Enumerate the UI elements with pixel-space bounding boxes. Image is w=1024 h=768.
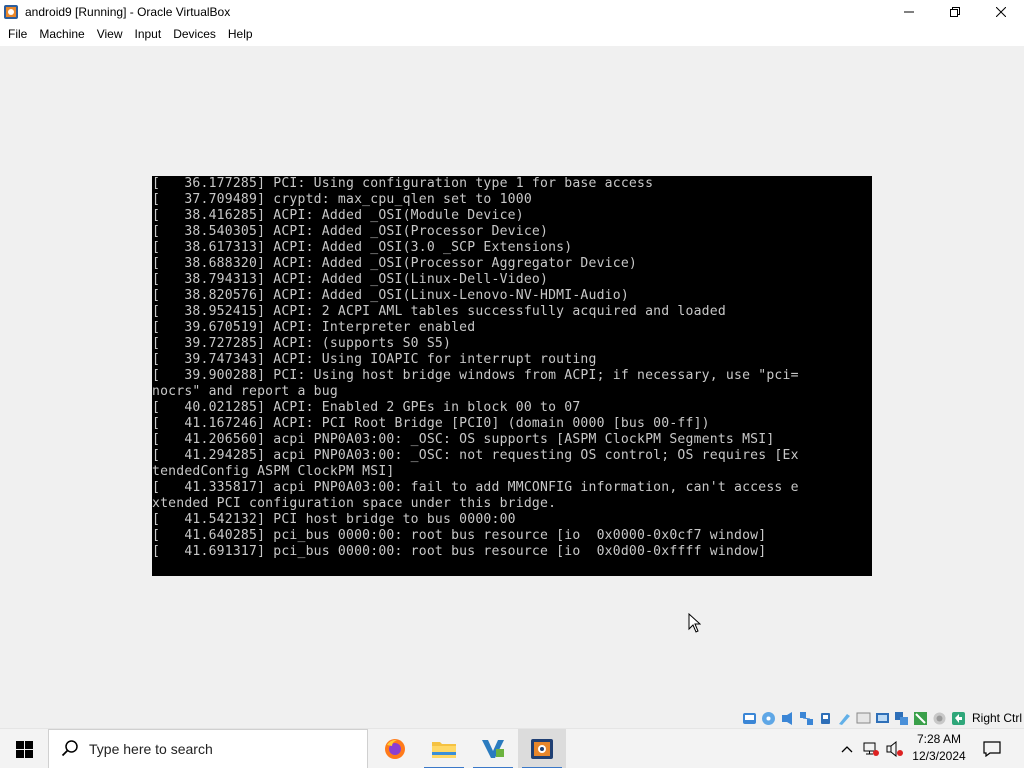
console-line: [ 39.727285] ACPI: (supports S0 S5) — [152, 336, 452, 351]
taskbar-app-file-explorer[interactable] — [420, 729, 468, 768]
console-line: [ 38.952415] ACPI: 2 ACPI AML tables suc… — [152, 304, 726, 319]
console-line: [ 39.670519] ACPI: Interpreter enabled — [152, 320, 476, 335]
menu-devices[interactable]: Devices — [167, 23, 222, 46]
guest-console[interactable]: [ 36.177285] PCI: Using configuration ty… — [152, 176, 872, 576]
window-title: android9 [Running] - Oracle VirtualBox — [25, 4, 231, 19]
menu-machine[interactable]: Machine — [33, 23, 90, 46]
display-icon[interactable] — [856, 711, 871, 726]
console-line: [ 41.294285] acpi PNP0A03:00: _OSC: not … — [152, 448, 799, 463]
console-line: [ 37.709489] cryptd: max_cpu_qlen set to… — [152, 192, 532, 207]
file-explorer-icon — [432, 742, 456, 758]
arrow-icon[interactable] — [951, 711, 966, 726]
minimize-button[interactable] — [886, 0, 932, 23]
taskbar-search-box[interactable] — [48, 729, 368, 768]
mouse-integration-icon[interactable] — [913, 711, 928, 726]
video-capture-icon[interactable] — [875, 711, 890, 726]
virtualbox-icon — [531, 739, 553, 759]
console-line: [ 41.206560] acpi PNP0A03:00: _OSC: OS s… — [152, 432, 775, 447]
recording-icon[interactable] — [894, 711, 909, 726]
usb-icon[interactable] — [818, 711, 833, 726]
windows-logo-icon — [15, 740, 33, 758]
console-line: [ 39.747343] ACPI: Using IOAPIC for inte… — [152, 352, 597, 367]
menu-bar: File Machine View Input Devices Help — [0, 23, 1024, 46]
clock-date: 12/3/2024 — [912, 749, 966, 763]
virtualbox-app-icon[interactable] — [3, 4, 19, 20]
console-line: [ 41.542132] PCI host bridge to bus 0000… — [152, 512, 516, 527]
volume-icon[interactable] — [884, 729, 906, 768]
console-line: [ 41.167246] ACPI: PCI Root Bridge [PCI0… — [152, 416, 710, 431]
taskbar-app-virtualbox[interactable] — [518, 729, 566, 768]
console-line: [ 40.021285] ACPI: Enabled 2 GPEs in blo… — [152, 400, 581, 415]
start-button[interactable] — [0, 729, 48, 768]
chevron-up-icon — [841, 746, 853, 753]
console-line: [ 41.691317] pci_bus 0000:00: root bus r… — [152, 544, 767, 559]
taskbar: 7:28 AM 12/3/2024 — [0, 728, 1024, 768]
console-line: xtended PCI configuration space under th… — [152, 496, 557, 511]
firefox-icon — [385, 739, 405, 759]
console-line: [ 39.900288] PCI: Using host bridge wind… — [152, 368, 799, 383]
vm-status-bar: Right Ctrl — [742, 708, 1024, 728]
taskbar-app-visual-studio[interactable] — [469, 729, 517, 768]
close-button[interactable] — [978, 0, 1024, 23]
optical-drive-icon[interactable] — [761, 711, 776, 726]
search-input[interactable] — [89, 741, 349, 757]
title-bar: android9 [Running] - Oracle VirtualBox — [0, 0, 1024, 23]
network-icon[interactable] — [799, 711, 814, 726]
console-line: [ 38.416285] ACPI: Added _OSI(Module Dev… — [152, 208, 524, 223]
console-line: [ 38.688320] ACPI: Added _OSI(Processor … — [152, 256, 637, 271]
search-icon — [61, 739, 79, 760]
notification-center-button[interactable] — [972, 729, 1012, 768]
minimize-icon — [904, 11, 914, 12]
cpu-icon[interactable] — [932, 711, 947, 726]
maximize-button[interactable] — [932, 0, 978, 23]
menu-view[interactable]: View — [91, 23, 129, 46]
console-line: [ 38.794313] ACPI: Added _OSI(Linux-Dell… — [152, 272, 549, 287]
close-icon — [996, 6, 1006, 17]
clock-time: 7:28 AM — [916, 732, 962, 746]
system-clock[interactable]: 7:28 AM 12/3/2024 — [906, 731, 972, 765]
shared-folders-icon[interactable] — [837, 711, 852, 726]
console-line: [ 41.640285] pci_bus 0000:00: root bus r… — [152, 528, 767, 543]
audio-icon[interactable] — [780, 711, 795, 726]
show-hidden-icons-button[interactable] — [836, 729, 858, 768]
menu-help[interactable]: Help — [222, 23, 259, 46]
console-line: nocrs" and report a bug — [152, 384, 338, 399]
notification-icon — [983, 741, 1001, 757]
taskbar-app-firefox[interactable] — [371, 729, 419, 768]
hard-disk-icon[interactable] — [742, 711, 757, 726]
network-status-icon[interactable] — [860, 729, 882, 768]
console-line: [ 38.617313] ACPI: Added _OSI(3.0 _SCP E… — [152, 240, 573, 255]
menu-input[interactable]: Input — [129, 23, 168, 46]
mouse-pointer-icon — [688, 612, 702, 636]
console-line: tendedConfig ASPM ClockPM MSI] — [152, 464, 395, 479]
menu-file[interactable]: File — [2, 23, 33, 46]
host-key-label: Right Ctrl — [971, 711, 1022, 725]
restore-icon — [950, 6, 960, 17]
console-line: [ 36.177285] PCI: Using configuration ty… — [152, 176, 654, 191]
visual-studio-icon — [482, 740, 504, 758]
console-line: [ 41.335817] acpi PNP0A03:00: fail to ad… — [152, 480, 799, 495]
console-line: [ 38.540305] ACPI: Added _OSI(Processor … — [152, 224, 549, 239]
console-line: [ 38.820576] ACPI: Added _OSI(Linux-Leno… — [152, 288, 629, 303]
